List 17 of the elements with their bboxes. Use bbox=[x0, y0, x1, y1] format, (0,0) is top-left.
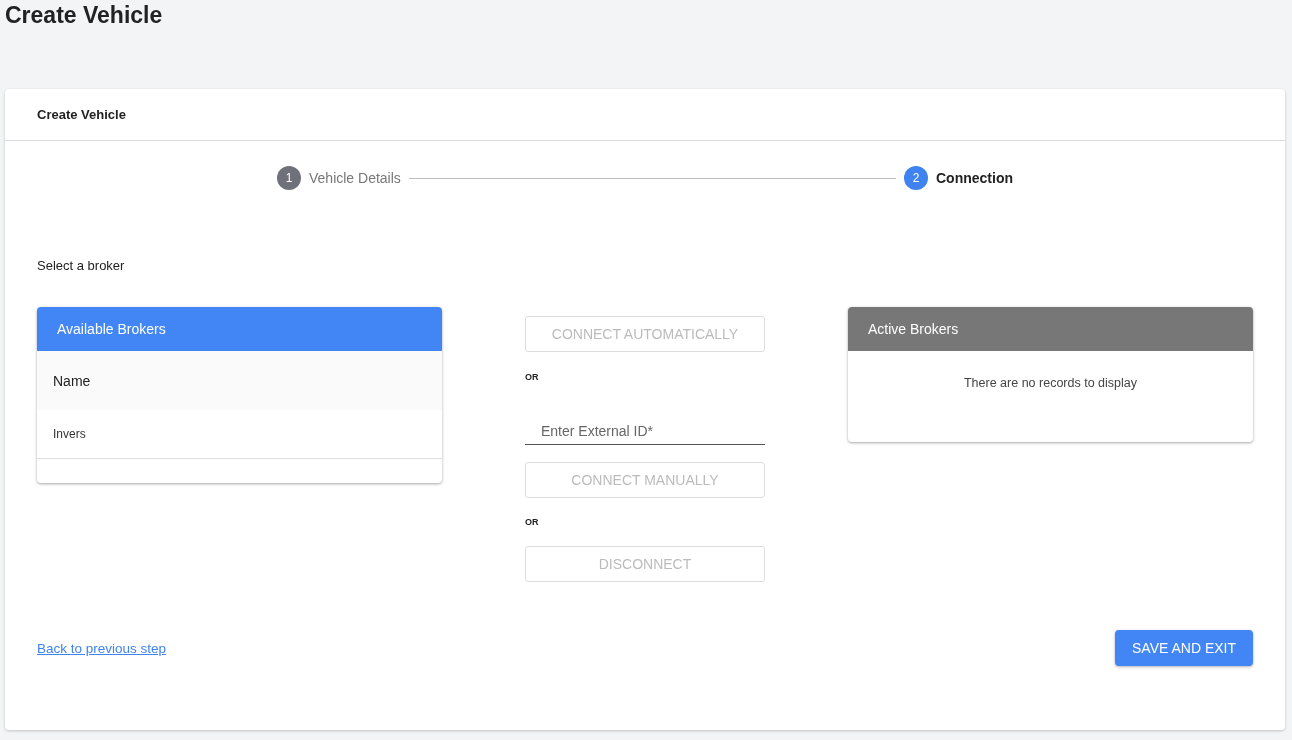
column-header: Name bbox=[37, 351, 442, 410]
empty-message: There are no records to display bbox=[964, 376, 1137, 390]
external-id-field[interactable]: Enter External ID* bbox=[525, 417, 765, 445]
section-label: Select a broker bbox=[37, 258, 125, 273]
table-header-bar: Available Brokers bbox=[37, 307, 442, 351]
step-label: Vehicle Details bbox=[309, 170, 401, 186]
save-and-exit-button[interactable]: SAVE AND EXIT bbox=[1115, 630, 1253, 666]
step-label: Connection bbox=[936, 170, 1013, 186]
step-number: 2 bbox=[904, 166, 928, 190]
table-row[interactable]: Invers bbox=[37, 410, 442, 459]
step-number: 1 bbox=[277, 166, 301, 190]
table-header-bar: Active Brokers bbox=[848, 307, 1253, 351]
page-title: Create Vehicle bbox=[5, 1, 164, 30]
or-separator: OR bbox=[525, 517, 539, 527]
back-link[interactable]: Back to previous step bbox=[37, 640, 167, 656]
or-separator: OR bbox=[525, 372, 539, 382]
card-title: Create Vehicle bbox=[37, 107, 126, 122]
